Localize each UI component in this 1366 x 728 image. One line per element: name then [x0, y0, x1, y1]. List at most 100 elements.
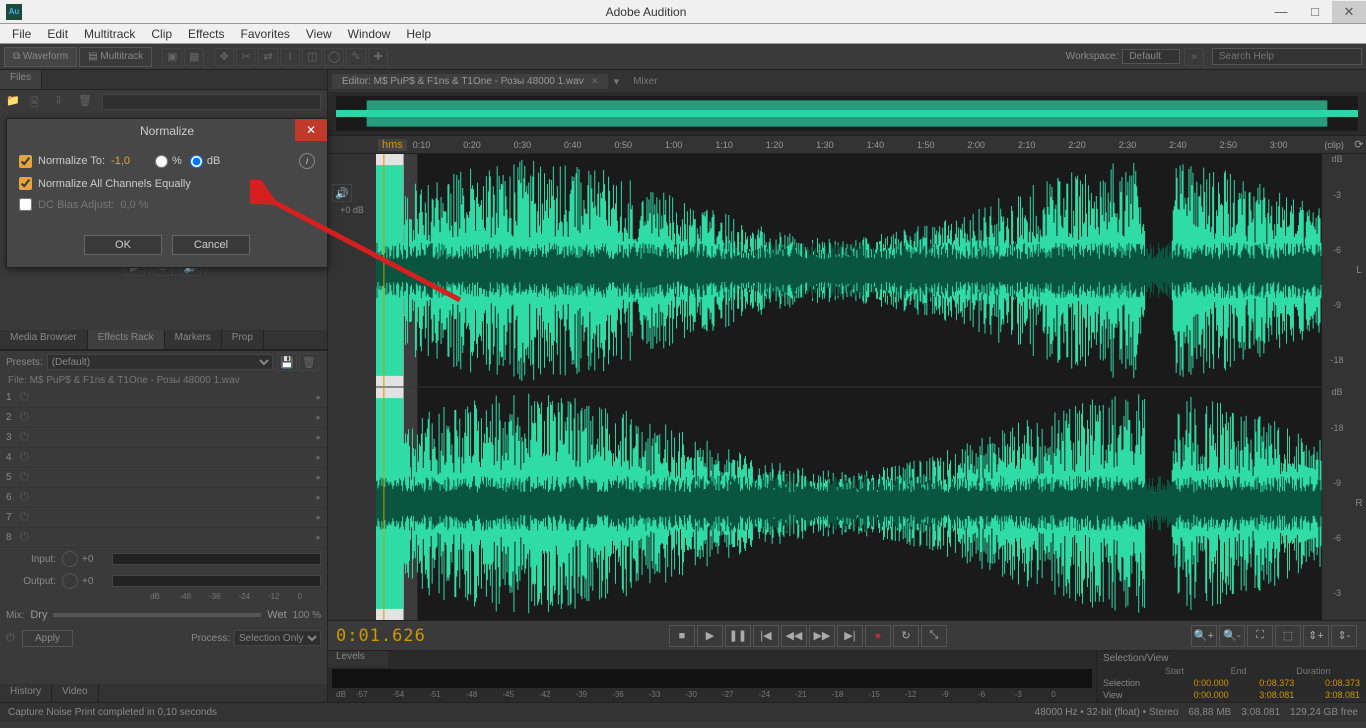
view-start[interactable]: 0:00.000 — [1165, 690, 1229, 700]
menu-multitrack[interactable]: Multitrack — [76, 27, 143, 41]
power-icon[interactable]: ⏻ — [20, 411, 34, 424]
menu-clip[interactable]: Clip — [143, 27, 180, 41]
stop-button[interactable]: ■ — [669, 625, 695, 647]
power-icon[interactable]: ⏻ — [20, 491, 34, 504]
normalize-value[interactable]: -1,0 — [111, 155, 141, 167]
loop-button[interactable]: ↻ — [893, 625, 919, 647]
markers-tab[interactable]: Markers — [165, 330, 222, 349]
power-icon[interactable]: ⏻ — [20, 511, 34, 524]
cancel-button[interactable]: Cancel — [172, 235, 250, 255]
overview-waveform[interactable] — [328, 92, 1366, 136]
zoom-in-vert-icon[interactable]: ⇕+ — [1303, 625, 1329, 647]
import-icon[interactable]: ⇩ — [54, 94, 72, 110]
ok-button[interactable]: OK — [84, 235, 162, 255]
maximize-button[interactable]: □ — [1298, 1, 1332, 23]
tool-move-icon[interactable]: ✥ — [214, 48, 234, 66]
trash-icon[interactable]: 🗑 — [78, 94, 96, 110]
waveform-mode-button[interactable]: ⧉ Waveform — [4, 47, 77, 67]
tool-razor-icon[interactable]: ✂ — [236, 48, 256, 66]
waveform-editor[interactable]: 🔊 +0 dB — [328, 154, 1366, 620]
media-browser-tab[interactable]: Media Browser — [0, 330, 88, 349]
fx-slot-3[interactable]: 3⏻▸ — [0, 428, 327, 448]
skip-selection-button[interactable]: ⤡ — [921, 625, 947, 647]
zoom-in-icon[interactable]: 🔍+ — [1191, 625, 1217, 647]
zoom-selection-icon[interactable]: ⬚ — [1275, 625, 1301, 647]
tool-hud-icon[interactable]: ▣ — [162, 48, 182, 66]
all-channels-checkbox[interactable] — [19, 177, 32, 190]
rewind-button[interactable]: ◀◀ — [781, 625, 807, 647]
delete-preset-icon[interactable]: 🗑 — [299, 353, 319, 371]
save-preset-icon[interactable]: 💾 — [277, 353, 297, 371]
fx-slot-4[interactable]: 4⏻▸ — [0, 448, 327, 468]
power-icon[interactable]: ⏻ — [20, 391, 34, 404]
tool-brush-icon[interactable]: ✎ — [346, 48, 366, 66]
workspace-menu-icon[interactable]: » — [1184, 48, 1204, 66]
fx-slot-6[interactable]: 6⏻▸ — [0, 488, 327, 508]
presets-select[interactable]: (Default) — [47, 354, 273, 370]
workspace-select[interactable]: Default — [1122, 49, 1180, 64]
volume-button[interactable]: 🔊 — [332, 184, 352, 202]
zoom-out-vert-icon[interactable]: ⇕- — [1331, 625, 1357, 647]
power-icon[interactable]: ⏻ — [20, 431, 34, 444]
normalize-to-checkbox[interactable] — [19, 155, 32, 168]
pin-icon[interactable]: ⟳ — [1352, 138, 1366, 151]
fx-slot-7[interactable]: 7⏻▸ — [0, 508, 327, 528]
tool-slip-icon[interactable]: ⇄ — [258, 48, 278, 66]
menu-help[interactable]: Help — [398, 27, 439, 41]
timeline-ruler[interactable]: hms 0:100:200:300:400:501:001:101:201:30… — [328, 136, 1366, 154]
forward-button[interactable]: ▶▶ — [809, 625, 835, 647]
tool-heal-icon[interactable]: ✚ — [368, 48, 388, 66]
selection-view-tab[interactable]: Selection/View — [1103, 653, 1360, 664]
output-knob[interactable] — [62, 573, 78, 589]
search-help-input[interactable] — [1212, 48, 1362, 65]
view-end[interactable]: 3:08.081 — [1231, 690, 1295, 700]
tool-time-icon[interactable]: I — [280, 48, 300, 66]
play-button[interactable]: ▶ — [697, 625, 723, 647]
dialog-titlebar[interactable]: Normalize ✕ — [7, 119, 327, 143]
unit-db-radio[interactable] — [190, 155, 203, 168]
properties-tab[interactable]: Prop — [222, 330, 264, 349]
tool-lasso-icon[interactable]: ◯ — [324, 48, 344, 66]
history-tab[interactable]: History — [0, 684, 52, 702]
fx-slot-5[interactable]: 5⏻▸ — [0, 468, 327, 488]
dialog-close-button[interactable]: ✕ — [295, 119, 327, 141]
rack-power-icon[interactable]: ⏻ — [6, 632, 22, 645]
files-tab[interactable]: Files — [0, 70, 42, 89]
tab-menu-icon[interactable]: ▾ — [614, 75, 620, 88]
dc-bias-checkbox[interactable] — [19, 198, 32, 211]
minimize-button[interactable]: — — [1264, 1, 1298, 23]
selection-end[interactable]: 0:08.373 — [1231, 678, 1295, 688]
apply-button[interactable]: Apply — [22, 630, 73, 647]
mix-slider[interactable] — [53, 613, 261, 617]
effects-rack-tab[interactable]: Effects Rack — [88, 330, 165, 349]
unit-percent-radio[interactable] — [155, 155, 168, 168]
menu-view[interactable]: View — [298, 27, 340, 41]
process-select[interactable]: Selection Only — [234, 630, 321, 646]
files-filter-input[interactable] — [102, 94, 321, 110]
menu-favorites[interactable]: Favorites — [233, 27, 298, 41]
mixer-tab[interactable]: Mixer — [623, 74, 667, 89]
next-button[interactable]: ▶| — [837, 625, 863, 647]
menu-file[interactable]: File — [4, 27, 39, 41]
fx-slot-8[interactable]: 8⏻▸ — [0, 528, 327, 548]
power-icon[interactable]: ⏻ — [20, 451, 34, 464]
input-knob[interactable] — [62, 551, 78, 567]
record-button[interactable]: ● — [865, 625, 891, 647]
close-tab-icon[interactable]: × — [592, 76, 598, 87]
info-icon[interactable]: i — [299, 153, 315, 169]
power-icon[interactable]: ⏻ — [20, 531, 34, 544]
zoom-out-icon[interactable]: 🔍- — [1219, 625, 1245, 647]
open-file-icon[interactable]: 📁 — [6, 94, 24, 110]
close-button[interactable]: ✕ — [1332, 1, 1366, 23]
menu-effects[interactable]: Effects — [180, 27, 232, 41]
fx-slot-2[interactable]: 2⏻▸ — [0, 408, 327, 428]
pause-button[interactable]: ❚❚ — [725, 625, 751, 647]
video-tab[interactable]: Video — [52, 684, 98, 702]
menu-edit[interactable]: Edit — [39, 27, 76, 41]
tool-spectral-icon[interactable]: ▦ — [184, 48, 204, 66]
multitrack-mode-button[interactable]: ▤ Multitrack — [79, 47, 152, 67]
time-display[interactable]: 0:01.626 — [336, 626, 426, 646]
new-file-icon[interactable]: 🗎 — [30, 94, 48, 110]
prev-button[interactable]: |◀ — [753, 625, 779, 647]
selection-start[interactable]: 0:00.000 — [1165, 678, 1229, 688]
